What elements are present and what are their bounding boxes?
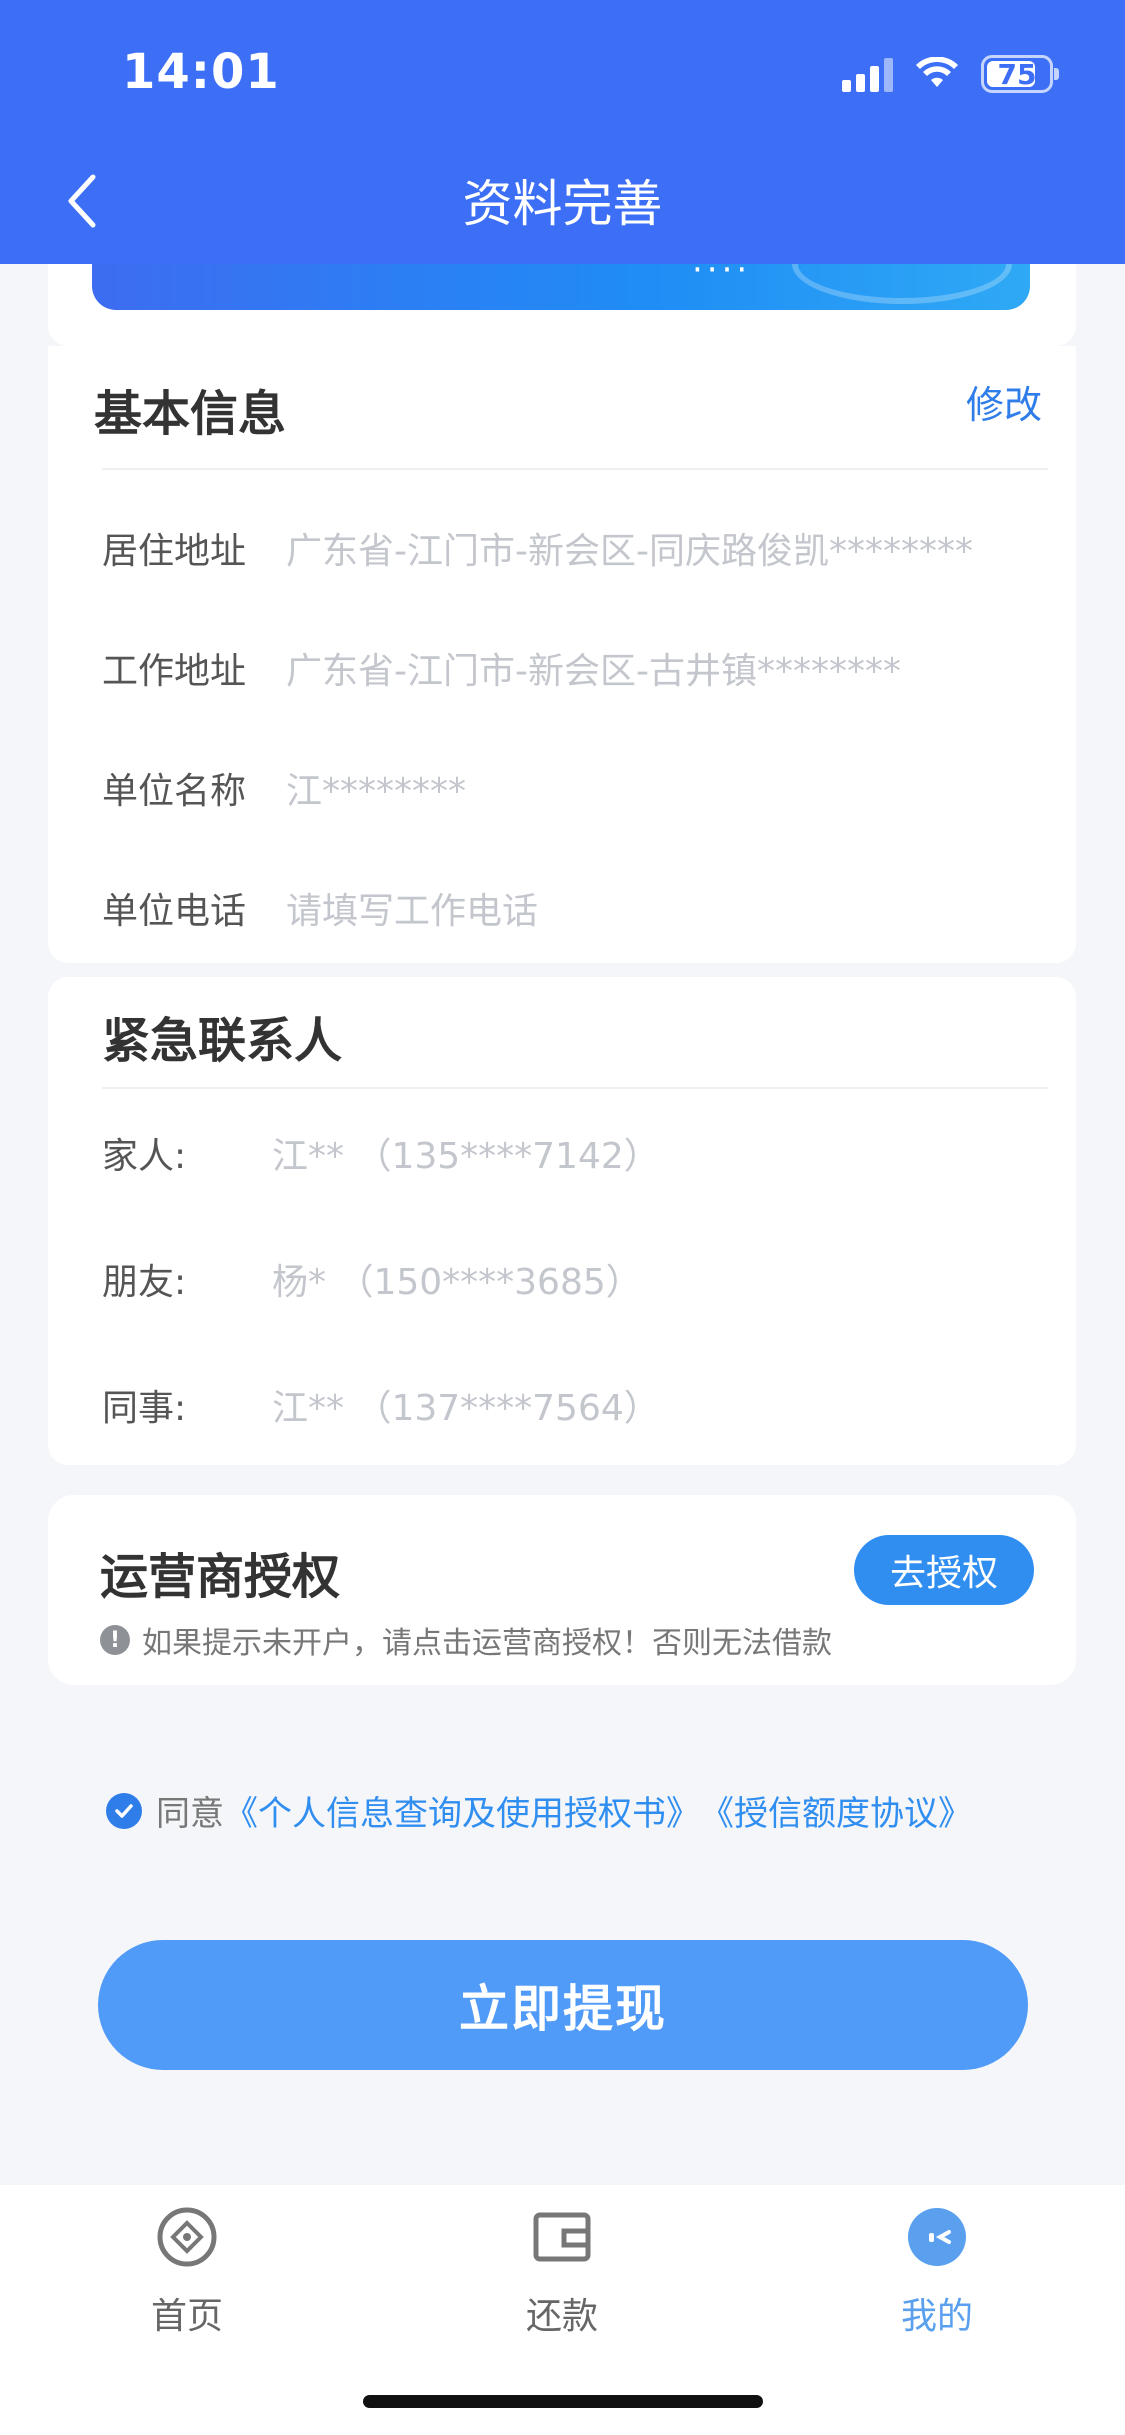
credit-banner: ···· (92, 264, 1030, 310)
work-address-value[interactable]: 广东省-江门市-新会区-古井镇******** (286, 642, 901, 694)
home-icon (155, 2205, 219, 2269)
privacy-authorization-link[interactable]: 《个人信息查询及使用授权书》 (224, 1786, 700, 1835)
tab-repay-label: 还款 (525, 2296, 598, 2337)
colleague-contact-label: 同事: (102, 1388, 187, 1429)
emergency-contacts-title: 紧急联系人 (102, 1013, 343, 1069)
status-time: 14:01 (122, 44, 280, 100)
family-contact-label: 家人: (102, 1136, 187, 1177)
tab-home-label: 首页 (150, 2296, 223, 2337)
edit-button[interactable]: 修改 (966, 374, 1042, 429)
tab-home[interactable]: 首页 (87, 2205, 287, 2339)
banner-decoration (792, 264, 1012, 304)
work-address-label: 工作地址 (102, 651, 247, 692)
profile-icon (905, 2205, 969, 2269)
divider (102, 1087, 1048, 1089)
top-bar: 14:01 75 资料完善 (0, 0, 1125, 264)
agreement-prefix: 同意 (156, 1794, 224, 1834)
company-phone-input[interactable]: 请填写工作电话 (286, 882, 538, 934)
company-name-label: 单位名称 (102, 771, 247, 812)
status-icons: 75 (842, 52, 1059, 96)
residence-address-label: 居住地址 (102, 531, 247, 572)
warning-text: 如果提示未开户，请点击运营商授权！否则无法借款 (142, 1626, 832, 1661)
basic-info-title: 基本信息 (94, 386, 287, 442)
company-phone-label: 单位电话 (102, 891, 247, 932)
divider (102, 468, 1048, 470)
signal-icon (842, 56, 893, 92)
tab-repay[interactable]: 还款 (462, 2205, 662, 2339)
colleague-contact-value[interactable]: 江** （137****7564） (272, 1379, 660, 1431)
home-indicator (363, 2395, 763, 2408)
wallet-icon (530, 2205, 594, 2269)
withdraw-now-button[interactable]: 立即提现 (98, 1940, 1028, 2070)
friend-contact-value[interactable]: 杨* （150****3685） (272, 1253, 642, 1305)
family-contact-value[interactable]: 江** （135****7142） (272, 1127, 660, 1179)
battery-icon: 75 (981, 55, 1059, 93)
operator-warning: ! 如果提示未开户，请点击运营商授权！否则无法借款 (100, 1618, 832, 1662)
tab-mine[interactable]: 我的 (837, 2205, 1037, 2339)
banner-container: ···· (48, 264, 1076, 346)
go-auth-button[interactable]: 去授权 (854, 1535, 1034, 1605)
operator-auth-title: 运营商授权 (100, 1549, 341, 1605)
basic-info-card: 基本信息 修改 居住地址 广东省-江门市-新会区-同庆路俊凯******** 工… (48, 346, 1076, 963)
wifi-icon (916, 57, 958, 87)
warning-icon: ! (100, 1625, 130, 1655)
battery-level: 75 (997, 57, 1037, 91)
residence-address-value[interactable]: 广东省-江门市-新会区-同庆路俊凯******** (286, 522, 973, 574)
agreement-checkbox[interactable] (106, 1792, 142, 1829)
emergency-contacts-card: 紧急联系人 家人: 江** （135****7142） 朋友: 杨* （150*… (48, 977, 1076, 1465)
agreement-row: 同意 《个人信息查询及使用授权书》 《授信额度协议》 (106, 1786, 972, 1835)
operator-auth-card: 运营商授权 去授权 ! 如果提示未开户，请点击运营商授权！否则无法借款 (48, 1495, 1076, 1685)
banner-dots: ···· (692, 264, 752, 290)
company-name-value[interactable]: 江******** (286, 762, 466, 814)
tab-mine-label: 我的 (900, 2296, 973, 2337)
credit-agreement-link[interactable]: 《授信额度协议》 (700, 1786, 972, 1835)
page-title: 资料完善 (462, 175, 663, 233)
friend-contact-label: 朋友: (102, 1262, 187, 1303)
check-icon (115, 1803, 133, 1818)
